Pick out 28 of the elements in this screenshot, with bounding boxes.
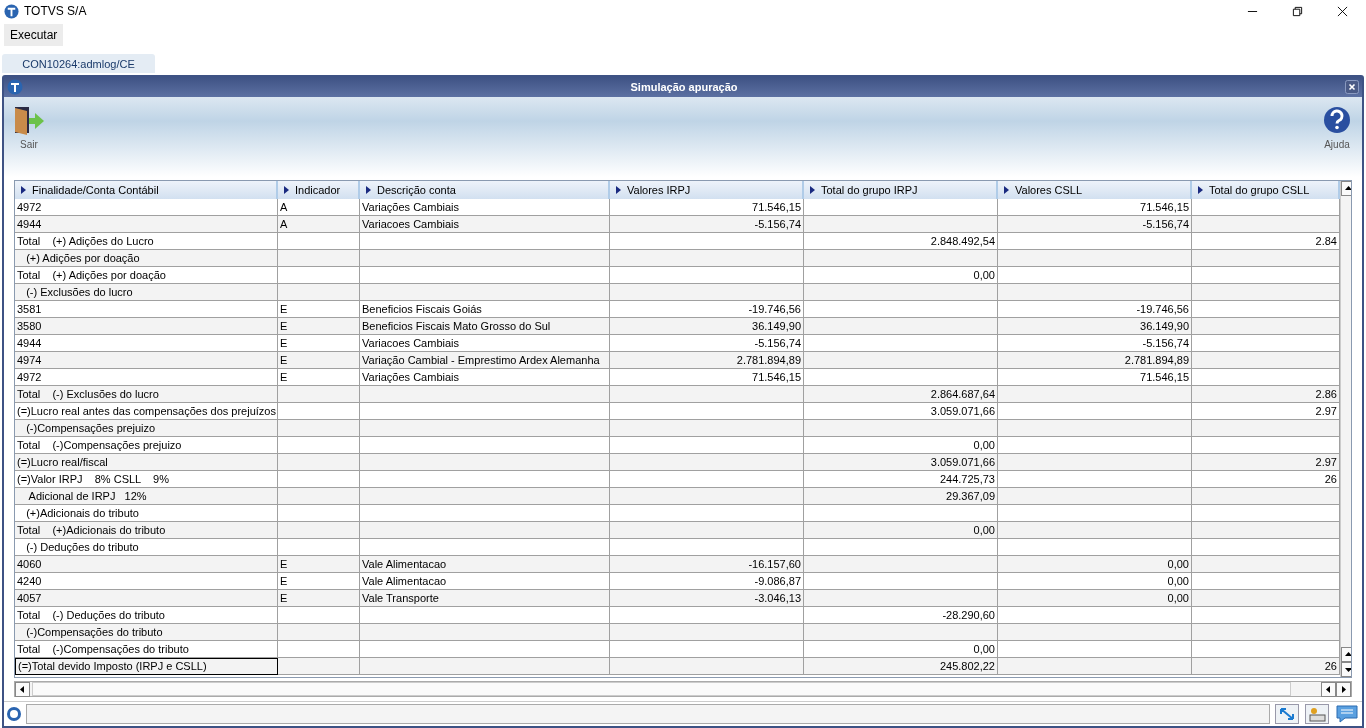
help-button[interactable]: Ajuda (1318, 105, 1356, 155)
sort-arrow-icon (810, 186, 815, 194)
scroll-left-button[interactable] (1321, 682, 1336, 697)
sort-arrow-icon (21, 186, 26, 194)
app-logo-icon (4, 3, 19, 19)
exit-button[interactable]: Sair (10, 105, 48, 155)
scroll-right-button[interactable] (1336, 682, 1351, 697)
table-cell: Total (-)Compensações do tributo (15, 641, 278, 658)
scroll-left-button[interactable] (15, 682, 30, 697)
table-cell: (=)Total devido Imposto (IRPJ e CSLL) (15, 658, 278, 675)
restore-icon[interactable] (1292, 5, 1303, 17)
window-title: TOTVS S/A (24, 4, 87, 18)
sort-arrow-icon (366, 186, 371, 194)
app-logo-icon (7, 79, 23, 95)
sort-arrow-icon (284, 186, 289, 194)
table-cell: 26 (1192, 658, 1340, 675)
sort-arrow-icon (1004, 186, 1009, 194)
dialog-title: Simulação apuração (629, 81, 739, 93)
sort-arrow-icon (616, 186, 621, 194)
horizontal-scrollbar[interactable] (14, 681, 1352, 697)
table-cell: 245.802,22 (804, 658, 998, 675)
menu-item[interactable]: Executar (4, 24, 64, 46)
resize-arrows-icon[interactable] (1274, 704, 1300, 724)
chat-icon[interactable] (1334, 704, 1360, 724)
close-icon[interactable] (1337, 5, 1348, 17)
sort-arrow-icon (1198, 186, 1203, 194)
close-icon[interactable] (1345, 80, 1359, 94)
tab[interactable]: CON10264:admlog/CE (2, 54, 155, 73)
